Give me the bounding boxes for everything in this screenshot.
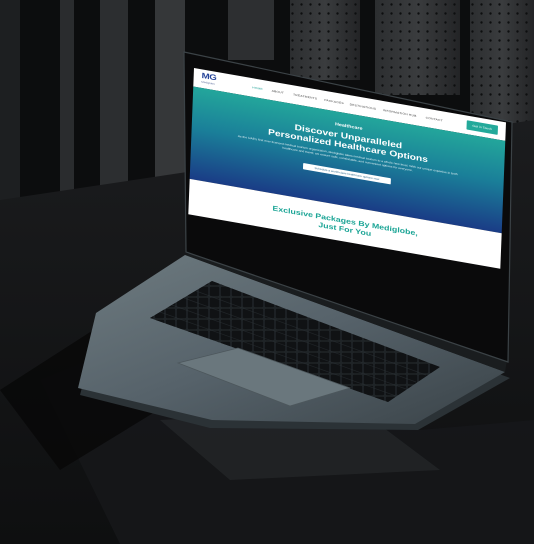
get-in-touch-button[interactable]: Get in Touch bbox=[466, 120, 499, 135]
nav-contact[interactable]: CONTACT bbox=[426, 116, 443, 122]
nav-home[interactable]: HOME bbox=[252, 86, 263, 91]
screen-area: MG Mediglobe HOME ABOUT TREATMENTS PACKA… bbox=[186, 52, 516, 317]
mediglobe-logo[interactable]: MG Mediglobe bbox=[201, 72, 227, 90]
nav-destinations[interactable]: DESTINATIONS bbox=[350, 103, 377, 111]
scene: MG Mediglobe HOME ABOUT TREATMENTS PACKA… bbox=[0, 0, 534, 544]
website-screen: MG Mediglobe HOME ABOUT TREATMENTS PACKA… bbox=[188, 68, 506, 269]
nav-packages[interactable]: PACKAGES bbox=[324, 98, 344, 104]
nav-about[interactable]: ABOUT bbox=[272, 89, 284, 94]
wall-panel bbox=[0, 0, 20, 220]
nav-treatments[interactable]: TREATMENTS bbox=[293, 93, 317, 100]
nav-information-hub[interactable]: INFORMATION HUB bbox=[383, 109, 417, 118]
